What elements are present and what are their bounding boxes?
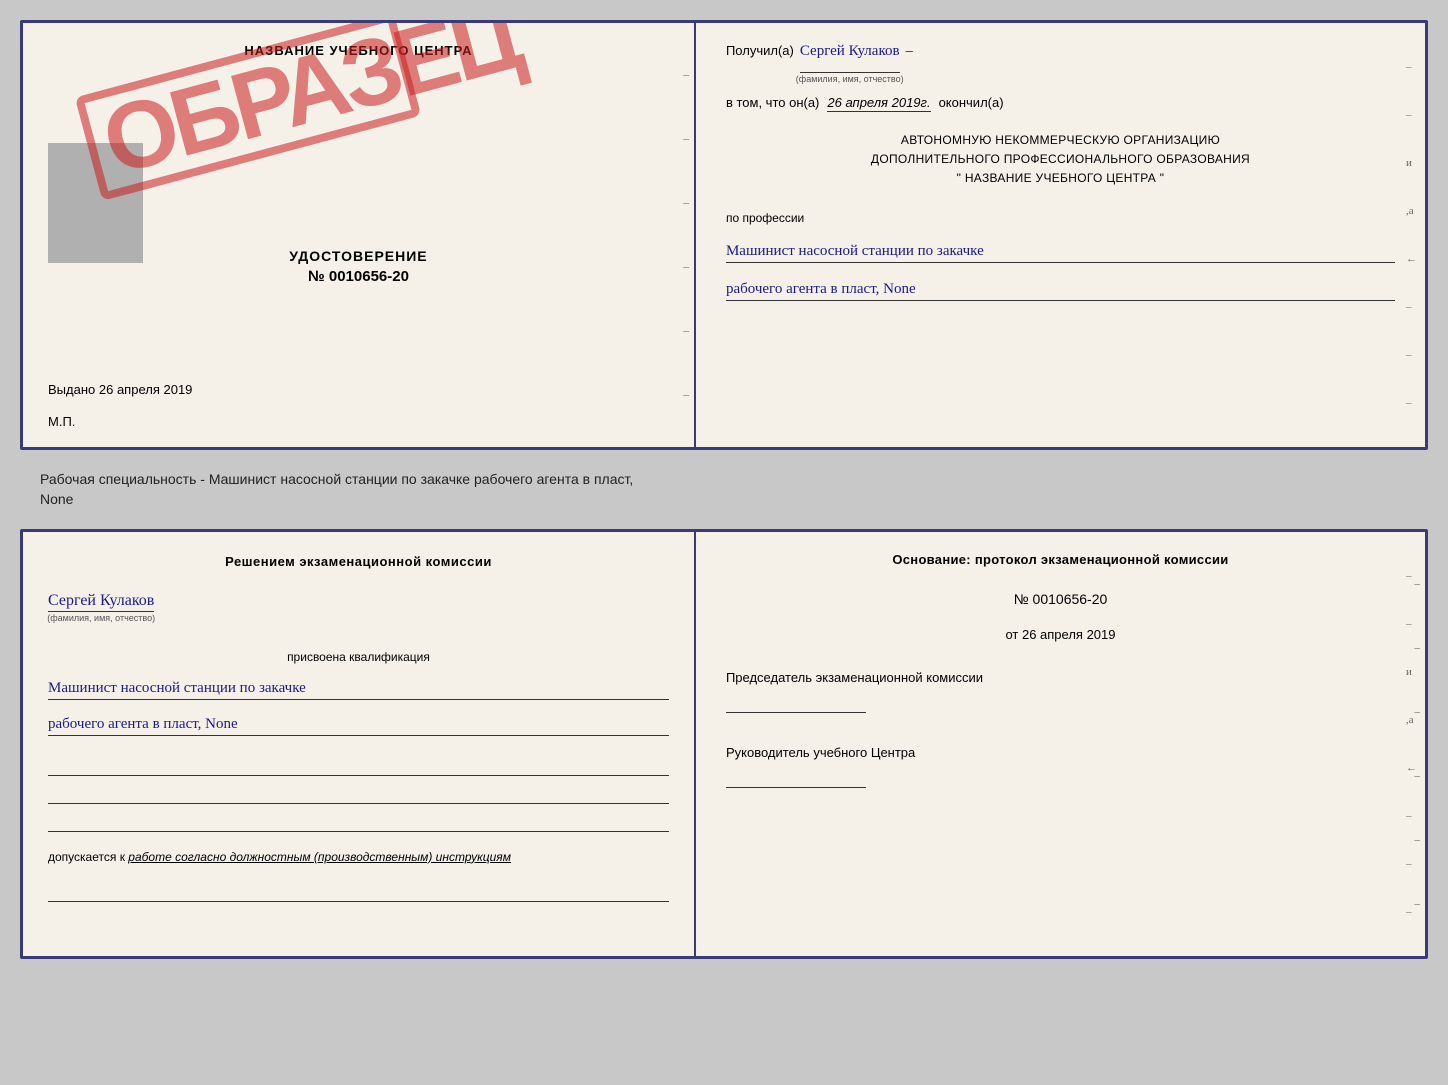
org-center-line: " НАЗВАНИЕ УЧЕБНОГО ЦЕНТРА " [726, 169, 1395, 188]
ot-date-value: 26 апреля 2019 [1022, 627, 1116, 642]
person-name-bottom: Сергей Кулаков (фамилия, имя, отчество) [48, 592, 154, 612]
middle-text: Рабочая специальность - Машинист насосно… [20, 462, 1428, 517]
profession-line-1: Машинист насосной станции по закачке [726, 243, 1395, 263]
udostoverenie-title: УДОСТОВЕРЕНИЕ [289, 248, 427, 264]
right-panel: Получил(а) Сергей Кулаков (фамилия, имя,… [696, 23, 1425, 447]
udostoverenie-block: УДОСТОВЕРЕНИЕ № 0010656-20 [289, 248, 427, 285]
okonchil-label: окончил(а) [939, 95, 1004, 110]
bottom-document: Решением экзаменационной комиссии Сергей… [20, 529, 1428, 959]
vtom-date: 26 апреля 2019г. [827, 95, 930, 112]
person-name-wrapper: Сергей Кулаков (фамилия, имя, отчество) [48, 582, 669, 626]
rukovoditel-label: Руководитель учебного Центра [726, 743, 1395, 764]
vtom-row: в том, что он(а) 26 апреля 2019г. окончи… [726, 95, 1395, 112]
ot-label: от [1005, 627, 1018, 642]
predsedatel-block: Председатель экзаменационной комиссии [726, 668, 1395, 713]
bottom-right-marks: – – и ,а ← – – – [1406, 532, 1417, 956]
mp-label: М.П. [48, 414, 75, 429]
top-document: НАЗВАНИЕ УЧЕБНОГО ЦЕНТРА ОБРАЗЕЦ УДОСТОВ… [20, 20, 1428, 450]
org-line1: АВТОНОМНУЮ НЕКОММЕРЧЕСКУЮ ОРГАНИЗАЦИЮ [726, 131, 1395, 150]
org-center-name: НАЗВАНИЕ УЧЕБНОГО ЦЕНТРА [965, 171, 1156, 185]
blank-lines-block [48, 756, 669, 832]
blank-line-bottom [48, 882, 669, 902]
poluchil-name: Сергей Кулаков (фамилия, имя, отчество) [800, 43, 900, 73]
blank-line-2 [48, 784, 669, 804]
dopuskaetsya-text: работе согласно должностным (производств… [128, 850, 511, 864]
vtom-label: в том, что он(а) [726, 95, 819, 110]
vydano-label: Выдано [48, 382, 95, 397]
qualification-line-1: Машинист насосной станции по закачке [48, 680, 669, 700]
osnovanie-label: Основание: протокол экзаменационной коми… [726, 552, 1395, 567]
org-line2: ДОПОЛНИТЕЛЬНОГО ПРОФЕССИОНАЛЬНОГО ОБРАЗО… [726, 150, 1395, 169]
page-wrapper: НАЗВАНИЕ УЧЕБНОГО ЦЕНТРА ОБРАЗЕЦ УДОСТОВ… [20, 20, 1428, 959]
vydano-date: 26 апреля 2019 [99, 382, 193, 397]
vydano-line: Выдано 26 апреля 2019 [48, 382, 192, 397]
prisvoena-label: присвоена квалификация [48, 650, 669, 664]
poluchil-label: Получил(а) [726, 43, 794, 58]
profession-line-2: рабочего агента в пласт, None [726, 281, 1395, 301]
protocol-number: № 0010656-20 [726, 591, 1395, 607]
org-block: АВТОНОМНУЮ НЕКОММЕРЧЕСКУЮ ОРГАНИЗАЦИЮ ДО… [726, 131, 1395, 189]
person-sub: (фамилия, имя, отчество) [47, 613, 155, 623]
bottom-right: Основание: протокол экзаменационной коми… [696, 532, 1425, 956]
predsedatel-label: Председатель экзаменационной комиссии [726, 668, 1395, 689]
dopuskaetsya-block: допускается к работе согласно должностны… [48, 850, 669, 864]
right-panel-marks: – – и ,а ← – – – [1406, 23, 1417, 447]
bottom-left: Решением экзаменационной комиссии Сергей… [23, 532, 696, 956]
qualification-line-2: рабочего агента в пласт, None [48, 716, 669, 736]
udostoverenie-number: № 0010656-20 [289, 268, 427, 285]
rukovoditel-sign-line [726, 768, 866, 788]
dopuskaetsya-label: допускается к [48, 850, 125, 864]
left-panel-dashes: – – – – – – [683, 23, 689, 447]
blank-line-1 [48, 756, 669, 776]
ot-date: от 26 апреля 2019 [726, 627, 1395, 642]
middle-text-line2: None [40, 491, 73, 507]
left-panel: НАЗВАНИЕ УЧЕБНОГО ЦЕНТРА ОБРАЗЕЦ УДОСТОВ… [23, 23, 696, 447]
resheniyem-title: Решением экзаменационной комиссии [48, 552, 669, 572]
dash-right: – [906, 43, 913, 58]
middle-text-line1: Рабочая специальность - Машинист насосно… [40, 471, 633, 487]
blank-line-3 [48, 812, 669, 832]
poluchil-sub: (фамилия, имя, отчество) [796, 74, 904, 84]
rukovoditel-block: Руководитель учебного Центра [726, 743, 1395, 788]
poluchil-row: Получил(а) Сергей Кулаков (фамилия, имя,… [726, 43, 1395, 73]
po-professii-label: по профессии [726, 211, 1395, 225]
predsedatel-sign-line [726, 693, 866, 713]
